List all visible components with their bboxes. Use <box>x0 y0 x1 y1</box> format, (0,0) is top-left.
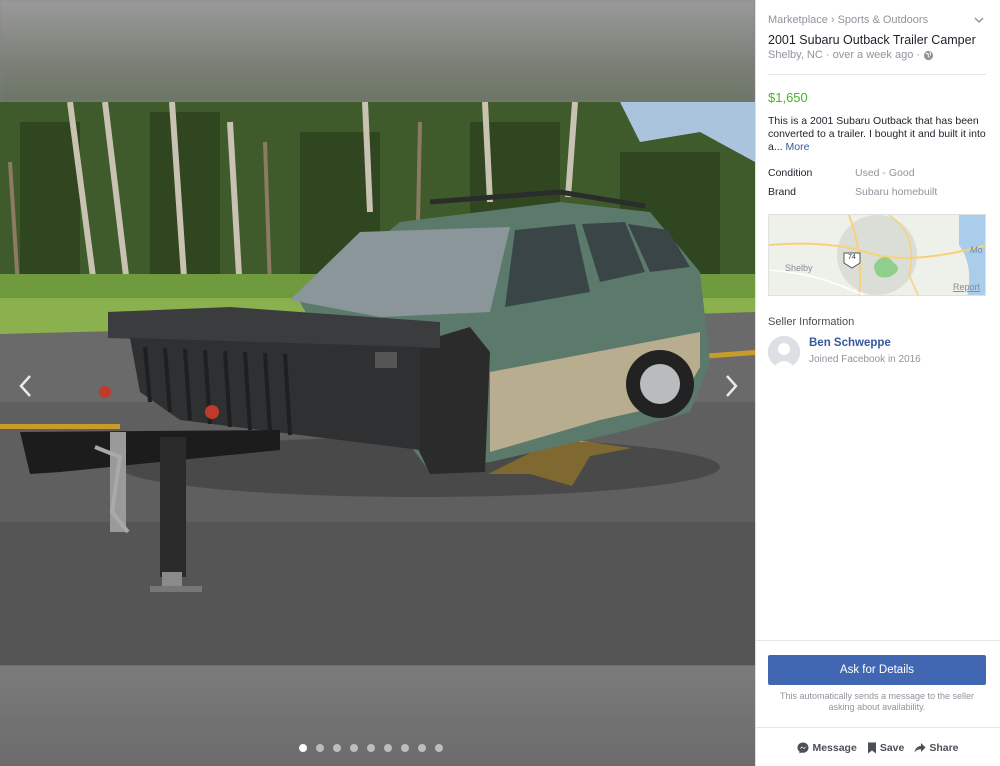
header-divider <box>768 74 986 75</box>
photo-pagination-dots <box>299 744 443 752</box>
location-map[interactable]: Shelby 74 Mo Report <box>768 214 986 296</box>
attribute-row-condition: Condition Used - Good <box>768 167 915 179</box>
photo-dot[interactable] <box>299 744 307 752</box>
message-label: Message <box>812 741 857 754</box>
listing-price: $1,650 <box>768 90 808 105</box>
share-arrow-icon <box>914 742 926 752</box>
listing-title: 2001 Subaru Outback Trailer Camper <box>768 33 976 47</box>
attribute-key: Brand <box>768 186 797 198</box>
photo-viewer <box>0 0 755 766</box>
share-label: Share <box>929 741 959 754</box>
listing-info-panel: Marketplace › Sports & Outdoors 2001 Sub… <box>755 0 1000 766</box>
photo-dot[interactable] <box>435 744 443 752</box>
breadcrumb: Marketplace › Sports & Outdoors <box>768 14 986 26</box>
seller-joined: Joined Facebook in 2016 <box>809 354 921 365</box>
previous-photo-button[interactable] <box>14 372 38 400</box>
map-route-label: 74 <box>848 254 856 261</box>
more-link[interactable]: More <box>786 141 810 153</box>
action-bar: Message Save Share <box>756 727 1000 766</box>
collapse-panel-button[interactable] <box>972 13 986 27</box>
chevron-right-icon <box>726 375 738 397</box>
attribute-key: Condition <box>768 167 813 179</box>
breadcrumb-category[interactable]: Sports & Outdoors <box>838 14 929 26</box>
listing-photo[interactable] <box>0 102 755 665</box>
photo-dot[interactable] <box>350 744 358 752</box>
breadcrumb-marketplace[interactable]: Marketplace <box>768 14 828 26</box>
listing-description: This is a 2001 Subaru Outback that has b… <box>768 115 986 154</box>
photo-dot[interactable] <box>384 744 392 752</box>
ask-for-details-button[interactable]: Ask for Details <box>768 655 986 685</box>
photo-dot[interactable] <box>418 744 426 752</box>
map-report-link[interactable]: Report <box>953 282 980 292</box>
breadcrumb-separator: › <box>830 14 835 26</box>
bookmark-icon <box>867 742 876 753</box>
attribute-row-brand: Brand Subaru homebuilt <box>768 186 937 198</box>
seller-info-heading: Seller Information <box>768 316 855 328</box>
photo-dot[interactable] <box>367 744 375 752</box>
ask-note: This automatically sends a message to th… <box>779 691 975 712</box>
next-photo-button[interactable] <box>719 372 743 400</box>
chevron-down-icon <box>974 17 984 24</box>
share-button[interactable]: Share <box>914 741 959 754</box>
messenger-icon <box>797 742 809 753</box>
chevron-left-icon <box>19 375 31 397</box>
default-avatar-icon <box>768 336 800 368</box>
listing-location-time: Shelby, NC · over a week ago · <box>768 49 986 61</box>
photo-dot[interactable] <box>316 744 324 752</box>
map-city-label: Shelby <box>785 263 813 273</box>
message-button[interactable]: Message <box>797 741 857 754</box>
photo-dot[interactable] <box>333 744 341 752</box>
contact-section: Ask for Details This automatically sends… <box>756 640 1000 766</box>
car-trailer-image <box>0 102 755 665</box>
photo-dot[interactable] <box>401 744 409 752</box>
seller-avatar[interactable] <box>768 336 800 368</box>
location-time-text: Shelby, NC · over a week ago · <box>768 49 921 61</box>
map-edge-label: Mo <box>970 245 983 255</box>
attribute-value: Subaru homebuilt <box>855 186 938 198</box>
globe-icon <box>923 50 934 60</box>
save-button[interactable]: Save <box>867 741 905 754</box>
save-label: Save <box>879 741 905 754</box>
seller-name-link[interactable]: Ben Schweppe <box>809 337 891 349</box>
attribute-value: Used - Good <box>855 167 915 179</box>
